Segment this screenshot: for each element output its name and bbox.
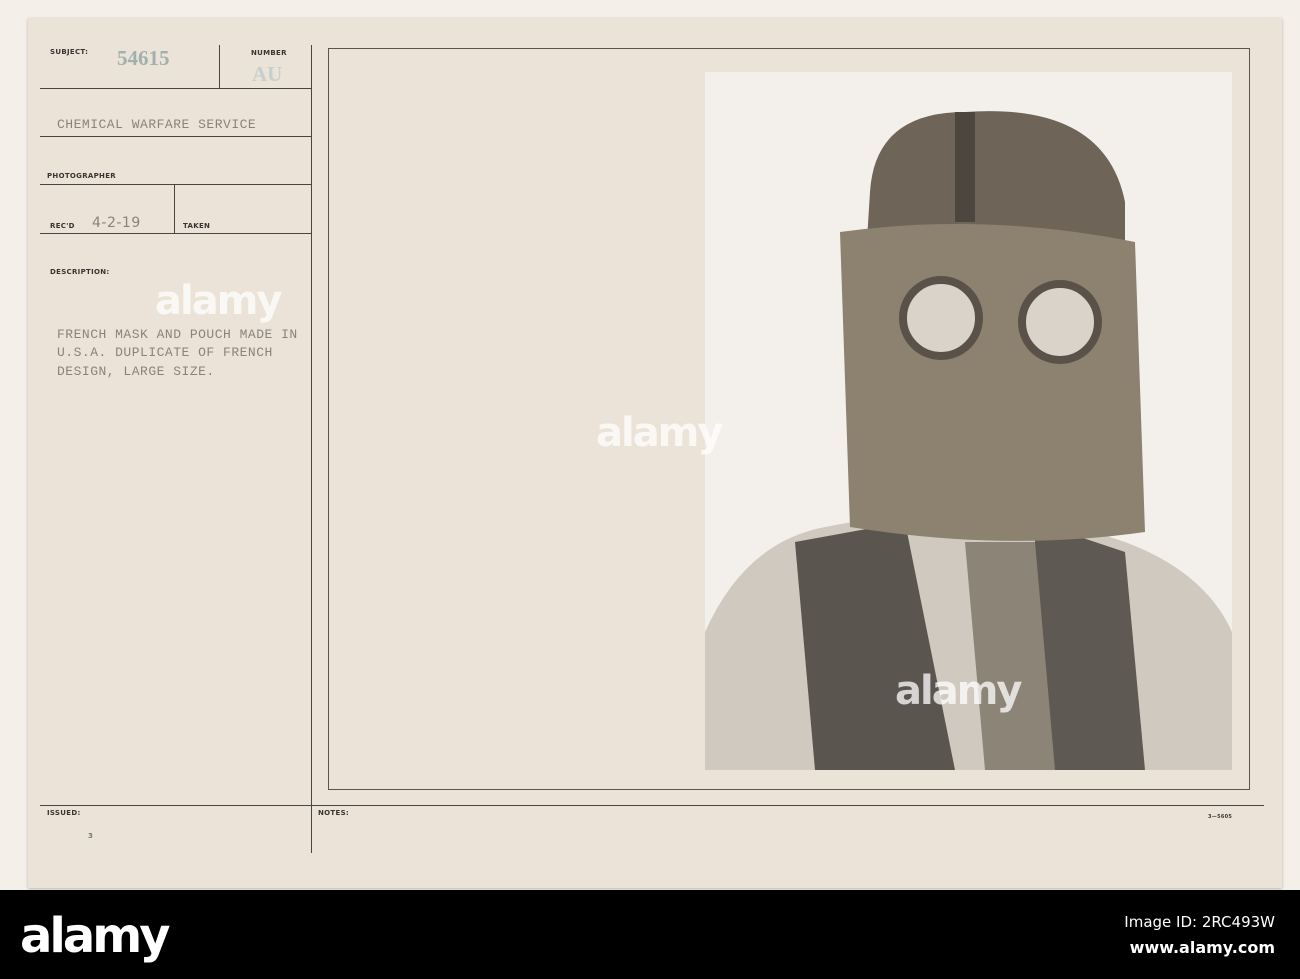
- taken-label: TAKEN: [183, 222, 211, 230]
- divider: [40, 805, 1264, 806]
- photographer-label: PHOTOGRAPHER: [47, 172, 116, 180]
- divider: [40, 233, 312, 234]
- photograph-man-in-gas-mask: [705, 72, 1232, 770]
- number-label: NUMBER: [251, 49, 287, 57]
- description-line: FRENCH MASK AND POUCH MADE IN: [57, 327, 298, 342]
- site-url[interactable]: www.alamy.com: [1130, 938, 1275, 957]
- description-line: DESIGN, LARGE SIZE.: [57, 364, 215, 379]
- recd-date: 4-2-19: [92, 215, 141, 231]
- watermark: alamy: [596, 410, 723, 456]
- watermark: alamy: [155, 278, 282, 324]
- divider: [40, 88, 312, 89]
- column-divider: [311, 45, 312, 853]
- footer-bar: [0, 890, 1300, 979]
- alamy-logo: alamy: [20, 908, 171, 964]
- subject-label: SUBJECT:: [50, 48, 89, 56]
- recd-label: REC'D: [50, 222, 75, 230]
- description-label: DESCRIPTION:: [50, 268, 110, 276]
- number-value: AU: [252, 62, 283, 86]
- subject-number: 54615: [117, 46, 170, 70]
- divider: [40, 184, 312, 185]
- image-id: Image ID: 2RC493W: [1124, 913, 1275, 931]
- service-text: CHEMICAL WARFARE SERVICE: [57, 117, 257, 132]
- form-number: 3—5605: [1208, 814, 1233, 820]
- issued-mark: 3: [88, 832, 94, 840]
- divider: [174, 185, 175, 233]
- description-line: U.S.A. DUPLICATE OF FRENCH: [57, 345, 273, 360]
- divider: [219, 45, 220, 89]
- issued-label: ISSUED:: [47, 809, 81, 817]
- divider: [40, 136, 312, 137]
- watermark: alamy: [895, 668, 1022, 714]
- notes-label: NOTES:: [318, 809, 350, 817]
